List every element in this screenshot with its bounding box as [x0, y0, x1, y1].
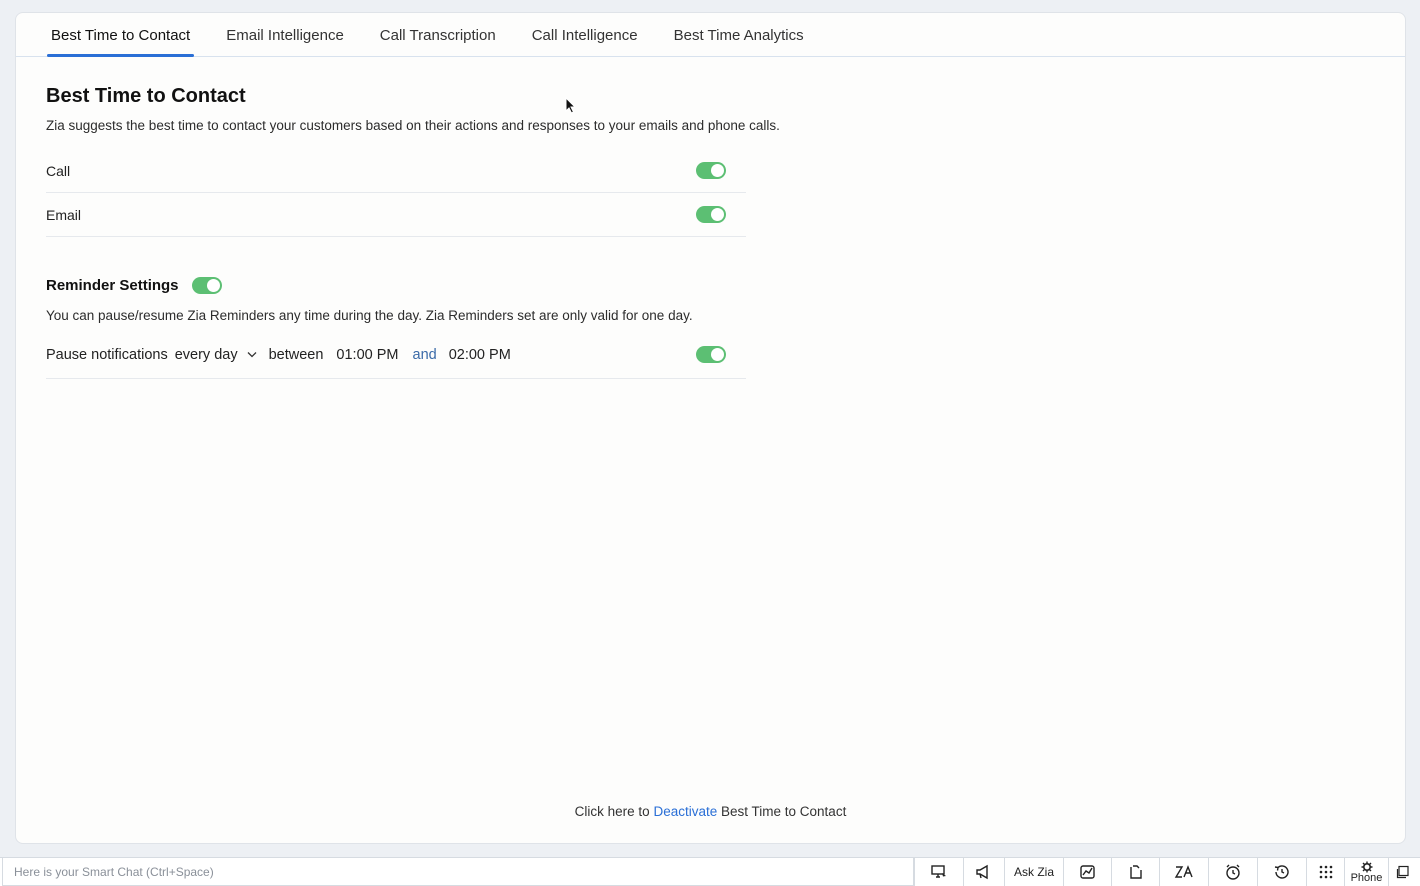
apps-grid-icon[interactable]: [1306, 858, 1344, 886]
notes-icon[interactable]: [1388, 858, 1417, 886]
tab-call-transcription[interactable]: Call Transcription: [378, 27, 498, 56]
clipboard-icon[interactable]: [1111, 858, 1159, 886]
footer-suffix: Best Time to Contact: [721, 804, 847, 819]
chart-icon[interactable]: [1063, 858, 1111, 886]
settings-card: Best Time to Contact Email Intelligence …: [15, 12, 1406, 844]
pause-notifications-config: Pause notifications every day between 01…: [46, 347, 525, 363]
reminder-settings-header: Reminder Settings: [46, 277, 746, 294]
tab-call-intelligence[interactable]: Call Intelligence: [530, 27, 640, 56]
chevron-down-icon: [247, 352, 257, 358]
phone-button[interactable]: Phone: [1344, 858, 1388, 886]
pause-notifications-toggle[interactable]: [696, 346, 726, 363]
zia-icon[interactable]: [1159, 858, 1208, 886]
email-label: Email: [46, 206, 82, 223]
call-label: Call: [46, 162, 71, 179]
history-icon[interactable]: [1257, 858, 1306, 886]
mouse-cursor-icon: [565, 97, 576, 114]
call-toggle[interactable]: [696, 162, 726, 179]
end-time-picker[interactable]: 02:00 PM: [449, 347, 511, 363]
between-label: between: [268, 346, 324, 363]
megaphone-icon[interactable]: [963, 858, 1004, 886]
pause-notifications-label: Pause notifications: [46, 346, 168, 363]
frequency-value: every day: [174, 346, 238, 363]
phone-gear-icon: [1361, 861, 1372, 872]
ask-zia-label: Ask Zia: [1013, 865, 1054, 879]
email-toggle[interactable]: [696, 206, 726, 223]
reminder-description: You can pause/resume Zia Reminders any t…: [46, 308, 693, 323]
settings-content: Best Time to Contact Zia suggests the be…: [46, 85, 780, 379]
tab-email-intelligence[interactable]: Email Intelligence: [224, 27, 346, 56]
page-title: Best Time to Contact: [46, 85, 246, 107]
alarm-icon[interactable]: [1208, 858, 1257, 886]
ask-zia-button[interactable]: Ask Zia: [1004, 858, 1063, 886]
tab-best-time-to-contact[interactable]: Best Time to Contact: [46, 27, 195, 57]
start-time-picker[interactable]: 01:00 PM: [336, 347, 398, 363]
call-row: Call: [46, 149, 746, 193]
tab-bar: Best Time to Contact Email Intelligence …: [16, 13, 1405, 57]
tab-best-time-analytics[interactable]: Best Time Analytics: [672, 27, 806, 56]
pause-notifications-row: Pause notifications every day between 01…: [46, 331, 746, 379]
phone-label: Phone: [1350, 871, 1383, 884]
bottom-toolbar: Here is your Smart Chat (Ctrl+Space) Ask…: [0, 857, 1420, 886]
footer-prefix: Click here to: [574, 804, 650, 819]
email-row: Email: [46, 193, 746, 237]
smart-chat-input[interactable]: Here is your Smart Chat (Ctrl+Space): [2, 858, 914, 886]
deactivate-footer: Click here to Deactivate Best Time to Co…: [16, 804, 1405, 819]
and-label: and: [412, 346, 437, 363]
screen-share-icon[interactable]: [914, 858, 963, 886]
reminder-settings-toggle[interactable]: [191, 277, 222, 294]
frequency-dropdown[interactable]: every day: [175, 347, 257, 363]
deactivate-link[interactable]: Deactivate: [653, 804, 717, 819]
page-description: Zia suggests the best time to contact yo…: [46, 118, 780, 133]
reminder-settings-title: Reminder Settings: [46, 277, 179, 294]
